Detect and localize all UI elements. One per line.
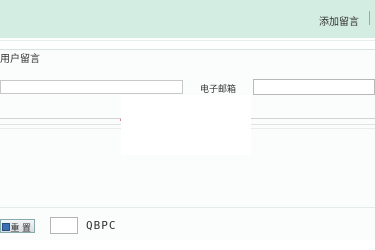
divider [369, 11, 370, 25]
top-bar: 添加留言 [0, 0, 375, 38]
email-label: 电子邮箱 [200, 85, 237, 95]
reset-icon [2, 223, 10, 231]
name-input[interactable] [0, 80, 183, 94]
email-input[interactable] [253, 79, 375, 95]
captcha-code: QBPC [86, 219, 117, 232]
add-message-link[interactable]: 添加留言 [319, 13, 359, 28]
divider [0, 207, 375, 208]
divider [0, 40, 375, 41]
reset-button[interactable]: 重 置 [0, 219, 35, 233]
blank-area [121, 95, 251, 155]
reset-label: 重 置 [10, 223, 31, 233]
captcha-input[interactable] [50, 217, 78, 234]
